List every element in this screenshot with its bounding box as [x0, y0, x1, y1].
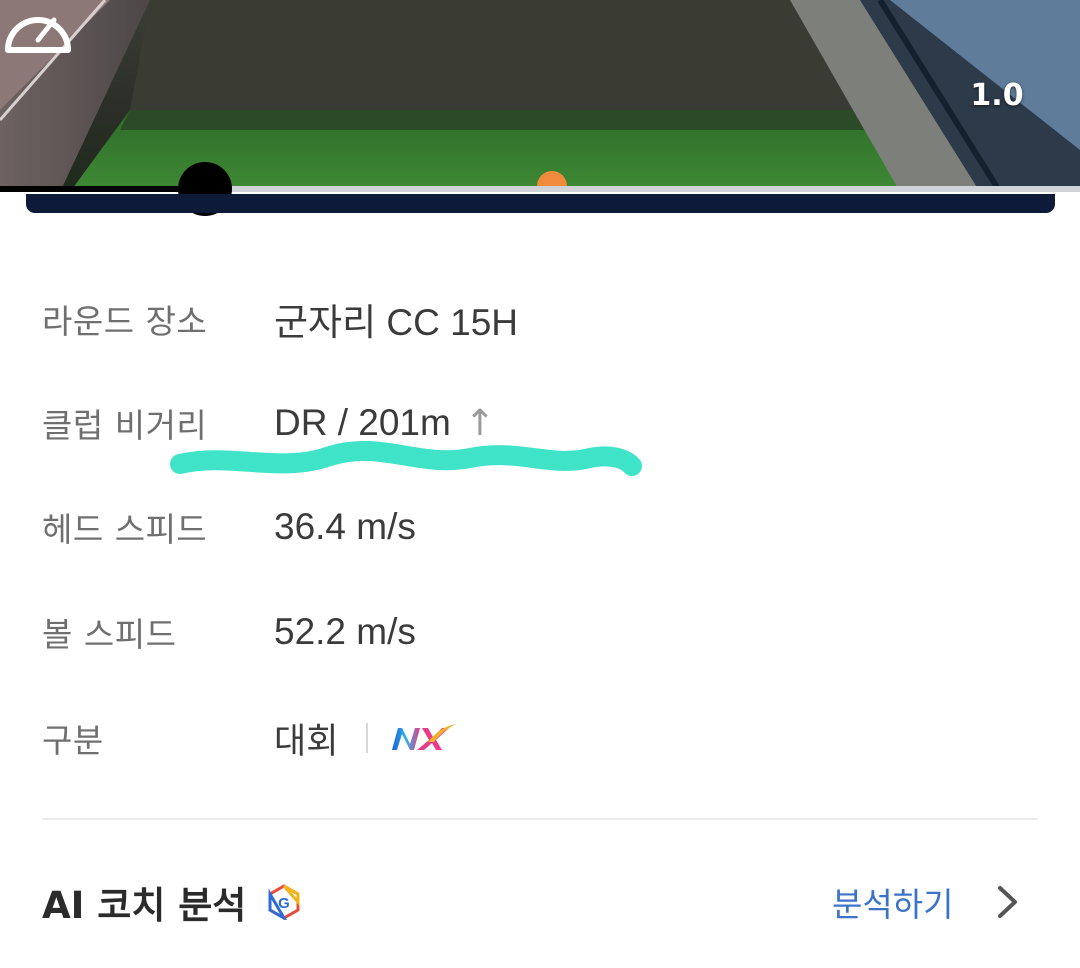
row-value: 군자리 CC 15H — [274, 302, 518, 343]
analyze-link[interactable]: 분석하기 — [832, 876, 1021, 928]
info-row-location: 라운드 장소 군자리 CC 15H — [42, 294, 518, 344]
arrow-up-icon: ↑ — [464, 402, 496, 444]
info-row-category: 구분 대회 — [42, 713, 458, 763]
speedometer-icon[interactable] — [0, 0, 76, 56]
row-label: 헤드 스피드 — [42, 510, 208, 549]
ai-coach-heading: AI 코치 분석 G — [42, 876, 302, 928]
row-label: 라운드 장소 — [42, 302, 208, 341]
row-value: 대회 — [274, 721, 339, 762]
video-player[interactable]: 1.0 — [0, 0, 1080, 192]
info-row-head-speed: 헤드 스피드 36.4 m/s — [42, 502, 416, 552]
info-row-club-distance: 클럽 비거리 DR / 201m ↑ — [42, 398, 495, 448]
svg-text:G: G — [278, 895, 290, 912]
g-badge-icon: G — [268, 884, 300, 920]
row-value: DR / 201m — [274, 402, 451, 443]
row-value: 52.2 m/s — [274, 611, 416, 652]
row-label: 볼 스피드 — [42, 615, 177, 654]
progress-fill — [0, 186, 206, 192]
row-label: 구분 — [42, 721, 104, 760]
info-row-ball-speed: 볼 스피드 52.2 m/s — [42, 607, 416, 657]
chevron-right-icon[interactable] — [995, 884, 1021, 920]
section-divider — [42, 818, 1038, 820]
analyze-label[interactable]: 분석하기 — [832, 878, 953, 926]
separator — [366, 723, 369, 753]
row-label: 클럽 비거리 — [42, 406, 208, 445]
ai-coach-title: AI 코치 분석 — [42, 884, 247, 927]
video-bottom-bar — [26, 194, 1055, 213]
row-value: 36.4 m/s — [274, 506, 416, 547]
playback-speed-label[interactable]: 1.0 — [962, 78, 1032, 113]
video-frame — [0, 0, 1080, 192]
nx-logo-icon — [392, 724, 457, 750]
